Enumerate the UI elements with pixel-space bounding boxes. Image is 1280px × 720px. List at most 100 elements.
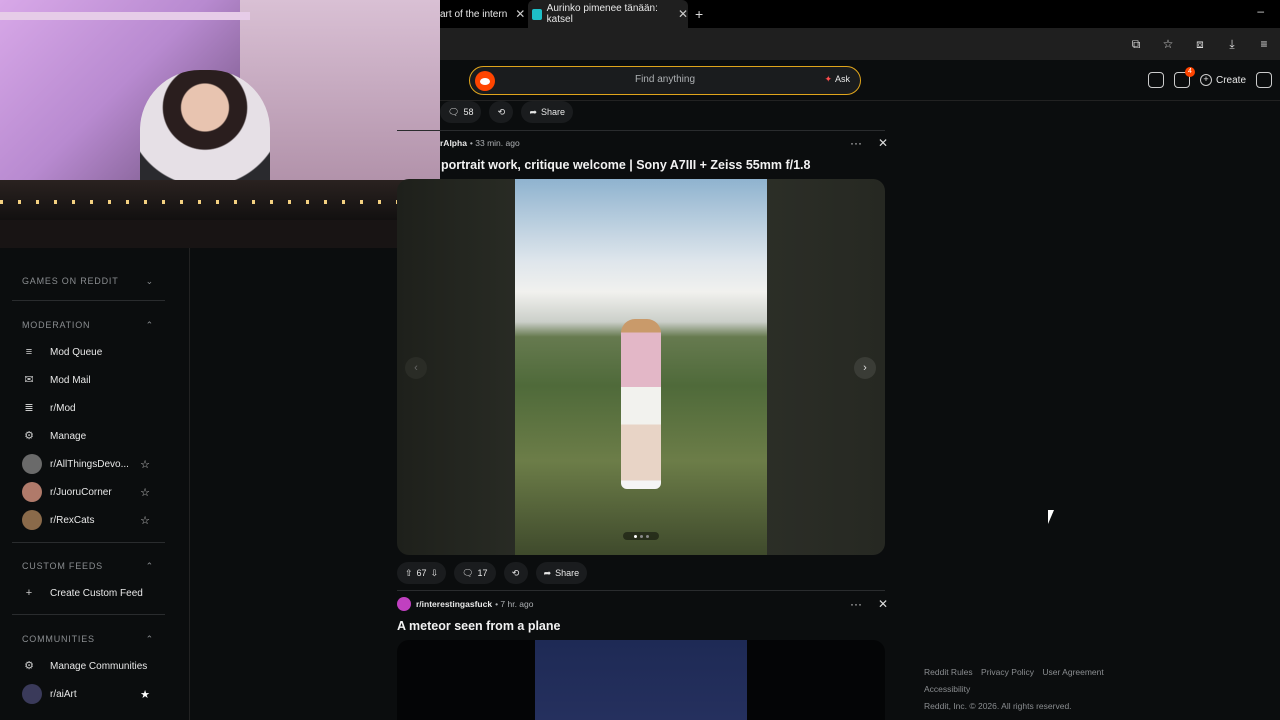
sidebar-item-label: r/aiArt	[50, 688, 77, 700]
sidebar-item-r-mod[interactable]: ≣ r/Mod	[22, 397, 162, 419]
chevron-down-icon: ⌄	[145, 276, 154, 286]
communities-section-header[interactable]: COMMUNITIES ⌃	[22, 634, 154, 645]
post-title[interactable]: portrait work, critique welcome | Sony A…	[441, 158, 810, 172]
sidebar-item-subreddit[interactable]: r/aiArt ★	[22, 683, 162, 705]
custom-feeds-section-header[interactable]: CUSTOM FEEDS ⌃	[22, 561, 154, 572]
post-time: • 7 hr. ago	[495, 599, 534, 609]
user-agreement-link[interactable]: User Agreement	[1042, 667, 1103, 677]
star-icon[interactable]: ☆	[140, 486, 150, 499]
subreddit-link[interactable]: r/interestingasfuck	[416, 599, 492, 609]
more-options-icon[interactable]: ···	[850, 597, 862, 611]
comments-button[interactable]: 🗨 58	[440, 101, 482, 123]
section-title: CUSTOM FEEDS	[22, 561, 103, 571]
mod-feed-icon: ≣	[24, 402, 34, 414]
comment-icon: 🗨	[462, 567, 474, 578]
divider	[12, 300, 165, 301]
sidebar-item-label: Manage	[50, 430, 87, 442]
gear-icon: ⚙	[24, 660, 34, 672]
comments-button[interactable]: 🗨 17	[454, 562, 496, 584]
carousel-indicator	[623, 532, 659, 540]
sidebar-item-label: Mod Mail	[50, 374, 91, 386]
sidebar-item-label: r/RexCats	[50, 514, 95, 526]
webcam-background-wall	[240, 0, 440, 190]
crosspost-icon: ⟲	[511, 567, 520, 578]
share-icon: ➦	[529, 106, 537, 117]
privacy-policy-link[interactable]: Privacy Policy	[981, 667, 1034, 677]
copyright-text: Reddit, Inc. © 2026. All rights reserved…	[924, 701, 1072, 711]
crosspost-button[interactable]: ⟲	[503, 562, 528, 584]
site-footer: Reddit Rules Privacy Policy User Agreeme…	[924, 664, 1114, 715]
bookmark-star-icon[interactable]: ☆	[1158, 34, 1178, 54]
chat-icon[interactable]: 4	[1174, 67, 1195, 88]
share-button[interactable]: ➦ Share	[521, 101, 574, 123]
header-actions: 4 + Create	[1148, 67, 1273, 88]
sidebar-item-manage[interactable]: ⚙ Manage	[22, 425, 162, 447]
subreddit-avatar	[397, 597, 411, 611]
accessibility-link[interactable]: Accessibility	[924, 681, 1114, 698]
sidebar-item-subreddit[interactable]: r/AllThingsDevo... ☆	[22, 453, 162, 475]
close-icon[interactable]: ✕	[878, 136, 888, 150]
minimize-button[interactable]: –	[1257, 4, 1264, 18]
sidebar-item-mod-queue[interactable]: ≡ Mod Queue	[22, 341, 162, 363]
ask-button[interactable]: ✦ Ask	[824, 74, 850, 85]
chevron-left-icon[interactable]: ‹	[405, 357, 427, 379]
notification-badge: 4	[1185, 67, 1195, 77]
ads-icon[interactable]	[1148, 72, 1164, 88]
crosspost-button[interactable]: ⟲	[489, 101, 514, 123]
sidebar-item-subreddit[interactable]: r/JuoruCorner ☆	[22, 481, 162, 503]
install-app-icon[interactable]: ⧉	[1126, 34, 1146, 54]
share-label: Share	[555, 568, 580, 578]
gear-icon: ⚙	[24, 430, 34, 442]
close-tab-icon[interactable]: ✕	[515, 7, 525, 21]
search-bar[interactable]: Find anything ✦ Ask	[469, 66, 861, 95]
crosspost-icon: ⟲	[497, 106, 506, 117]
mouse-cursor-icon	[1048, 510, 1060, 524]
sidebar-item-label: Manage Communities	[50, 660, 148, 672]
divider	[12, 542, 165, 543]
star-icon[interactable]: ☆	[140, 458, 150, 471]
browser-tab-active[interactable]: Aurinko pimenee tänään: katsel ✕	[528, 0, 688, 28]
sidebar-item-label: r/JuoruCorner	[50, 486, 112, 498]
browser-tab[interactable]: art of the intern ✕	[440, 0, 528, 28]
comment-icon: 🗨	[448, 106, 460, 117]
close-icon[interactable]: ✕	[878, 597, 888, 611]
upvote-icon[interactable]: ⇧	[405, 568, 413, 579]
sidebar-item-manage-communities[interactable]: ⚙ Manage Communities	[22, 655, 162, 677]
webcam-desk	[0, 220, 440, 248]
queue-icon: ≡	[25, 346, 33, 358]
subreddit-avatar	[22, 454, 42, 474]
sidebar-item-label: r/Mod	[50, 402, 76, 414]
photo-subject	[621, 319, 661, 489]
chevron-right-icon[interactable]: ›	[854, 357, 876, 379]
close-tab-icon[interactable]: ✕	[678, 7, 688, 21]
sidebar-item-label: Mod Queue	[50, 346, 103, 358]
sidebar-item-mod-mail[interactable]: ✉ Mod Mail	[22, 369, 162, 391]
games-section-header[interactable]: GAMES ON REDDIT ⌄	[22, 276, 154, 287]
search-input[interactable]: Find anything	[470, 74, 860, 85]
star-icon[interactable]: ☆	[140, 514, 150, 527]
bell-icon[interactable]	[1256, 72, 1273, 88]
extensions-icon[interactable]: ⧈	[1190, 34, 1210, 54]
section-title: GAMES ON REDDIT	[22, 276, 119, 286]
post-title[interactable]: A meteor seen from a plane	[397, 619, 560, 633]
post-video[interactable]	[397, 640, 885, 720]
chevron-up-icon: ⌃	[145, 634, 154, 644]
carousel-dot	[645, 534, 649, 538]
post-separator	[397, 130, 885, 131]
create-button[interactable]: + Create	[1200, 74, 1246, 86]
subreddit-link[interactable]: rAlpha	[440, 138, 467, 148]
download-icon[interactable]: ⤓	[1222, 34, 1242, 54]
share-label: Share	[541, 107, 566, 117]
post-image-carousel[interactable]: ‹ ›	[397, 179, 885, 555]
share-button[interactable]: ➦ Share	[535, 562, 588, 584]
reddit-rules-link[interactable]: Reddit Rules	[924, 667, 973, 677]
downvote-icon[interactable]: ⇩	[431, 568, 439, 579]
chevron-up-icon: ⌃	[145, 561, 154, 571]
sidebar-item-subreddit[interactable]: r/RexCats ☆	[22, 509, 162, 531]
create-custom-feed-button[interactable]: + Create Custom Feed	[22, 582, 162, 604]
more-options-icon[interactable]: ···	[850, 136, 862, 150]
new-tab-button[interactable]: +	[695, 6, 703, 22]
menu-icon[interactable]: ≡	[1254, 34, 1274, 54]
moderation-section-header[interactable]: MODERATION ⌃	[22, 320, 154, 331]
star-filled-icon[interactable]: ★	[140, 688, 150, 701]
